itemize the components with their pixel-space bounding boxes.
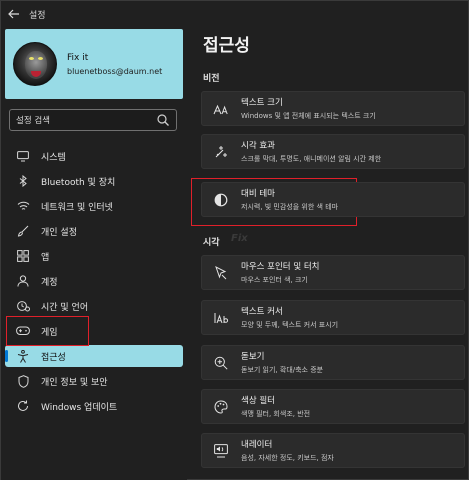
card-title: 마우스 포인터 및 터치 (241, 262, 320, 272)
person-icon (17, 275, 29, 287)
update-icon (18, 400, 28, 411)
search-input[interactable] (16, 115, 156, 125)
sidebar-item-label: Bluetooth 및 장치 (41, 177, 116, 188)
section-label-sight: 시각 (203, 238, 220, 248)
sidebar-item-windows-update[interactable]: Windows 업데이트 (5, 395, 183, 417)
card-magnifier[interactable]: 돋보기 돋보기 읽기, 확대/축소 증분 (201, 345, 465, 380)
sidebar-item-label: 개인 설정 (41, 227, 77, 238)
card-text-size[interactable]: 텍스트 크기 Windows 및 앱 전체에 표시되는 텍스트 크기 (201, 91, 465, 126)
section-label-vision: 비전 (203, 74, 220, 84)
sidebar-item-bluetooth[interactable]: Bluetooth 및 장치 (5, 170, 183, 192)
text-size-icon (213, 104, 228, 114)
main-content: 접근성 비전 텍스트 크기 Windows 및 앱 전체에 표시되는 텍스트 크… (189, 27, 469, 480)
text-cursor-icon (214, 312, 229, 323)
highlight-accessibility (6, 316, 89, 346)
sidebar-item-accounts[interactable]: 계정 (5, 270, 183, 292)
page-title: 접근성 (203, 36, 250, 56)
profile-name: Fix it (67, 52, 89, 63)
sidebar-item-time-language[interactable]: 시간 및 언어 (5, 295, 183, 317)
card-visual-effects[interactable]: 시각 효과 스크롤 막대, 투명도, 애니메이션 알림 시간 제한 (201, 134, 465, 169)
card-title: 텍스트 크기 (241, 98, 283, 108)
card-description: 스크롤 막대, 투명도, 애니메이션 알림 시간 제한 (241, 155, 382, 163)
card-title: 색상 필터 (241, 396, 275, 406)
back-arrow-icon (8, 9, 19, 19)
card-description: 음성, 자세한 정도, 키보드, 점자 (241, 454, 334, 462)
magnifier-icon (214, 356, 228, 370)
card-title: 대비 테마 (241, 189, 275, 199)
card-description: Windows 및 앱 전체에 표시되는 텍스트 크기 (241, 112, 376, 120)
watermark: Fix (231, 233, 248, 244)
accessibility-icon (17, 349, 29, 363)
card-title: 내레이터 (241, 440, 273, 450)
sidebar-item-label: 시간 및 언어 (41, 302, 89, 313)
card-text-cursor[interactable]: 텍스트 커서 모양 및 두께, 텍스트 커서 표시기 (201, 300, 465, 335)
card-title: 텍스트 커서 (241, 307, 283, 317)
sidebar-item-apps[interactable]: 앱 (5, 245, 183, 267)
sparkle-icon (215, 145, 227, 157)
card-mouse-pointer-touch[interactable]: 마우스 포인터 및 터치 마우스 포인터 색, 크기 (201, 255, 465, 290)
user-profile-card[interactable]: Fix it bluenetboss@daum.net (5, 29, 183, 99)
search-icon[interactable] (156, 113, 170, 127)
color-filter-icon (214, 399, 228, 414)
sidebar-item-label: 접근성 (41, 352, 66, 363)
settings-window: 설정 Fix it bluenetboss@daum.net 시스템 (0, 0, 469, 480)
sidebar-item-label: 네트워크 및 인터넷 (41, 202, 113, 213)
apps-icon (17, 250, 29, 262)
card-description: 저시력, 빛 민감성을 위한 색 테마 (241, 203, 339, 211)
profile-email: bluenetboss@daum.net (67, 66, 163, 76)
sidebar-item-label: 개인 정보 및 보안 (41, 377, 108, 388)
sidebar-item-label: 앱 (41, 252, 50, 263)
card-description: 색맹 필터, 회색조, 반전 (241, 410, 311, 418)
card-narrator[interactable]: 내레이터 음성, 자세한 정도, 키보드, 점자 (201, 433, 465, 468)
card-contrast-themes[interactable]: 대비 테마 저시력, 빛 민감성을 위한 색 테마 (201, 182, 465, 217)
sidebar-item-label: 계정 (41, 277, 58, 288)
sidebar-item-accessibility[interactable]: 접근성 (5, 345, 183, 367)
monitor-icon (17, 150, 29, 161)
sidebar: Fix it bluenetboss@daum.net 시스템 Bluetoot… (1, 27, 187, 480)
title-bar: 설정 (1, 1, 469, 27)
card-color-filters[interactable]: 색상 필터 색맹 필터, 회색조, 반전 (201, 389, 465, 424)
sidebar-item-system[interactable]: 시스템 (5, 145, 183, 167)
sidebar-item-privacy[interactable]: 개인 정보 및 보안 (5, 370, 183, 392)
brush-icon (17, 225, 29, 237)
pointer-icon (215, 265, 227, 279)
card-description: 마우스 포인터 색, 크기 (241, 276, 308, 284)
sidebar-item-network[interactable]: 네트워크 및 인터넷 (5, 195, 183, 217)
sidebar-item-label: Windows 업데이트 (41, 402, 118, 413)
window-title: 설정 (29, 10, 46, 21)
card-description: 모양 및 두께, 텍스트 커서 표시기 (241, 321, 339, 329)
narrator-icon (214, 443, 228, 457)
avatar (13, 42, 57, 86)
sidebar-item-label: 시스템 (41, 152, 66, 163)
contrast-icon (214, 193, 228, 206)
card-title: 시각 효과 (241, 141, 275, 151)
card-description: 돋보기 읽기, 확대/축소 증분 (241, 366, 324, 374)
shield-icon (18, 374, 28, 388)
search-box[interactable] (9, 109, 177, 131)
bluetooth-icon (19, 175, 27, 187)
clock-globe-icon (16, 301, 30, 312)
wifi-icon (17, 201, 29, 210)
back-button[interactable] (1, 1, 27, 27)
card-title: 돋보기 (241, 352, 265, 362)
sidebar-item-personalization[interactable]: 개인 설정 (5, 220, 183, 242)
